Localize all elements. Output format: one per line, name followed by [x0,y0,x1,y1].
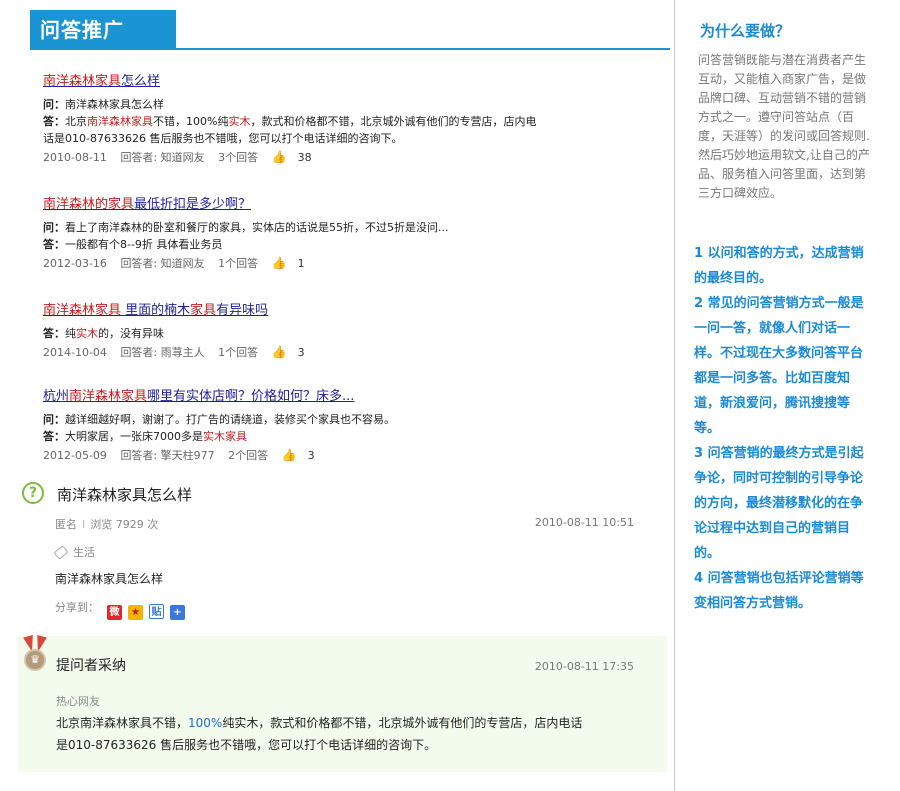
answerer: 回答者: 雨荨主人 [120,346,205,359]
question-date: 2014-10-04 [43,346,107,359]
section-title: 问答推广 [30,10,176,50]
accepted-answer: ♛ 提问者采纳 2010-08-11 17:35 热心网友 北京南洋森林家具不错… [18,634,667,772]
question-title-link[interactable]: 南洋森林家具 里面的楠木家具有异味吗 [43,299,268,318]
share-label: 分享到： [55,601,99,614]
answer-snippet: 答：纯实木的，没有异味 [43,327,164,340]
answer-count: 1个回答 [218,346,259,359]
question-circle-icon: ? [22,482,44,504]
question-meta: 2010-08-11 回答者: 知道网友 3个回答 👍 38 [43,149,623,166]
qzone-icon[interactable]: ★ [128,605,143,620]
accepted-answer-title: 提问者采纳 [56,658,126,674]
question-item: 杭州南洋森林家具哪里有实体店啊？价格如何？床多... 问：越详细越好啊，谢谢了。… [43,385,623,464]
question-date: 2012-05-09 [43,449,107,462]
answer-snippet: 答：一般都有个8--9折 具体看业务员 [43,238,223,251]
question-info: 匿名 I 浏览 7929 次 [55,518,159,531]
answer-user: 热心网友 [56,695,100,708]
column-divider [674,0,675,791]
answer-snippet: 答：大明家居，一张床7000多是实木家具 [43,430,247,443]
plus-share-icon[interactable]: + [170,605,185,620]
answerer: 回答者: 知道网友 [120,257,205,270]
answer-count: 2个回答 [228,449,269,462]
answerer: 回答者: 知道网友 [120,151,205,164]
question-title-link[interactable]: 南洋森林的家具最低折扣是多少啊？ [43,193,251,212]
main-column: 问答推广 南洋森林家具怎么样 问：南洋森林家具怎么样 答：北京南洋森林家具不错，… [0,0,675,791]
author: 匿名 [55,518,77,531]
like-count[interactable]: 👍 38 [272,149,322,166]
question-title-link[interactable]: 南洋森林家具怎么样 [43,70,160,89]
thumb-up-icon: 👍 [271,256,287,270]
like-count[interactable]: 👍 3 [272,344,315,361]
share-bar: 分享到： 微 ★ 贴 + [55,599,185,620]
question-detail: ? 南洋森林家具怎么样 匿名 I 浏览 7929 次 2010-08-11 10:5… [22,482,642,622]
question-item: 南洋森林家具怎么样 问：南洋森林家具怎么样 答：北京南洋森林家具不错，100%纯… [43,70,623,166]
thumb-up-icon: 👍 [271,150,287,164]
question-date: 2012-03-16 [43,257,107,270]
question-item: 南洋森林的家具最低折扣是多少啊？ 问：看上了南洋森林的卧室和餐厅的家具，实体店的… [43,193,623,272]
question-meta: 2012-03-16 回答者: 知道网友 1个回答 👍 1 [43,255,623,272]
question-snippet: 问：越详细越好啊，谢谢了。打广告的请绕道，装修买个家具也不容易。 [43,413,395,426]
question-title-link[interactable]: 杭州南洋森林家具哪里有实体店啊？价格如何？床多... [43,385,354,404]
question-item: 南洋森林家具 里面的楠木家具有异味吗 答：纯实木的，没有异味 2014-10-0… [43,299,623,361]
medal-icon: ♛ [23,634,47,676]
thumb-up-icon: 👍 [281,448,297,462]
weibo-icon[interactable]: 微 [107,605,122,620]
header-rule [30,48,670,50]
accepted-answer-text: 北京南洋森林家具不错，100%纯实木，款式和价格都不错，北京城外诚有他们的专营店… [56,716,583,752]
question-snippet: 问：南洋森林家具怎么样 [43,98,164,111]
question-detail-title: 南洋森林家具怎么样 [57,486,193,504]
answerer: 回答者: 擎天柱977 [120,449,215,462]
like-count[interactable]: 👍 3 [282,447,325,464]
tieba-icon[interactable]: 贴 [149,604,164,619]
tag-label: 生活 [73,546,95,559]
view-count: 浏览 7929 次 [90,518,159,531]
question-date: 2010-08-11 [43,151,107,164]
sidebar: 为什么要做？ 问答营销既能与潜在消费者产生 互动，又能植入商家广告，是做 品牌口… [684,0,900,791]
answer-snippet-line2: 话是010-87633626 售后服务也不错哦，您可以打个电话详细的咨询下。 [43,132,403,145]
question-detail-date: 2010-08-11 10:51 [534,516,634,529]
question-meta: 2014-10-04 回答者: 雨荨主人 1个回答 👍 3 [43,344,623,361]
question-body: 南洋森林家具怎么样 [55,572,164,586]
answer-count: 3个回答 [218,151,259,164]
sidebar-description: 问答营销既能与潜在消费者产生 互动，又能植入商家广告，是做 品牌口碑、互动营销不… [698,53,870,200]
tag-icon [53,545,69,560]
question-snippet: 问：看上了南洋森林的卧室和餐厅的家具，实体店的话说是55折，不过5折是没问... [43,221,449,234]
sidebar-heading: 为什么要做？ [700,22,791,40]
accepted-answer-date: 2010-08-11 17:35 [534,660,634,673]
section-header: 问答推广 [30,10,670,51]
sidebar-points: 1 以问和答的方式，达成营销 的最终目的。 2 常见的问答营销方式一般是 一问一… [694,246,864,611]
thumb-up-icon: 👍 [271,345,287,359]
answer-count: 1个回答 [218,257,259,270]
tag-row[interactable]: 生活 [53,544,95,560]
question-meta: 2012-05-09 回答者: 擎天柱977 2个回答 👍 3 [43,447,623,464]
answer-snippet: 答：北京南洋森林家具不错，100%纯实木，款式和价格都不错，北京城外诚有他们的专… [43,115,537,128]
like-count[interactable]: 👍 1 [272,255,315,272]
